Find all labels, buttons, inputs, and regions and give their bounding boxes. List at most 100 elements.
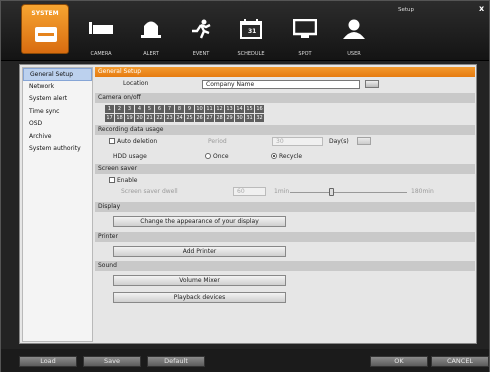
change-appearance-button[interactable]: Change the appearance of your display	[113, 216, 286, 227]
camera-toggle-16[interactable]: 16	[255, 105, 264, 113]
enable-checkbox[interactable]	[109, 177, 115, 183]
location-input[interactable]: Company Name	[202, 80, 360, 89]
window-title: Setup	[398, 7, 415, 13]
recycle-radio[interactable]	[271, 153, 277, 159]
toolbar-alert[interactable]: ALERT	[131, 19, 171, 57]
camera-toggle-6[interactable]: 6	[155, 105, 164, 113]
camera-toggle-21[interactable]: 21	[145, 114, 154, 122]
camera-toggle-30[interactable]: 30	[235, 114, 244, 122]
toolbar-camera-label: CAMERA	[90, 51, 112, 57]
camera-toggle-8[interactable]: 8	[175, 105, 184, 113]
slider-min-label: 1min	[274, 188, 290, 195]
sidebar-item-system-alert[interactable]: System alert	[23, 93, 92, 106]
screen-saver-header: Screen saver	[95, 164, 475, 174]
camera-header: Camera on/off	[95, 93, 475, 103]
general-setup-header: General Setup	[95, 67, 475, 77]
camera-toggle-10[interactable]: 10	[195, 105, 204, 113]
camera-toggle-17[interactable]: 17	[105, 114, 114, 122]
auto-deletion-checkbox[interactable]	[109, 138, 115, 144]
sidebar-item-network[interactable]: Network	[23, 81, 92, 94]
location-row: Location Company Name	[95, 77, 475, 91]
close-button[interactable]: x	[479, 4, 484, 13]
sidebar-menu: General Setup Network System alert Time …	[22, 67, 93, 342]
period-input[interactable]: 30	[272, 137, 323, 146]
calendar-day: 31	[248, 28, 257, 35]
once-radio[interactable]	[205, 153, 211, 159]
default-button[interactable]: Default	[147, 356, 205, 367]
sidebar-item-system-authority[interactable]: System authority	[23, 143, 92, 156]
system-tab[interactable]: SYSTEM	[21, 4, 69, 54]
cancel-button[interactable]: CANCEL	[431, 356, 489, 367]
camera-toggle-25[interactable]: 25	[185, 114, 194, 122]
enable-row: Enable	[95, 174, 475, 185]
camera-toggle-24[interactable]: 24	[175, 114, 184, 122]
camera-toggle-31[interactable]: 31	[245, 114, 254, 122]
ok-button[interactable]: OK	[370, 356, 428, 367]
camera-toggle-1[interactable]: 1	[105, 105, 114, 113]
period-label: Period	[208, 138, 227, 145]
toolbar-spot[interactable]: SPOT	[285, 19, 325, 57]
camera-toggle-12[interactable]: 12	[215, 105, 224, 113]
camera-toggle-18[interactable]: 18	[115, 114, 124, 122]
bottom-bar: Load Save Default OK CANCEL	[1, 349, 489, 372]
camera-toggle-29[interactable]: 29	[225, 114, 234, 122]
camera-toggle-23[interactable]: 23	[165, 114, 174, 122]
dwell-row: Screen saver dwell 60 1min 180min	[95, 185, 475, 199]
camera-toggle-4[interactable]: 4	[135, 105, 144, 113]
system-tab-label: SYSTEM	[31, 10, 59, 17]
camera-toggle-22[interactable]: 22	[155, 114, 164, 122]
top-toolbar: SYSTEM CAMERA ALERT EVENT 31 SCHEDULE SP…	[1, 1, 489, 61]
sidebar-item-general-setup[interactable]: General Setup	[23, 68, 92, 81]
dwell-input[interactable]: 60	[233, 187, 266, 196]
dwell-label: Screen saver dwell	[121, 188, 178, 195]
sidebar-item-osd[interactable]: OSD	[23, 118, 92, 131]
camera-toggle-32[interactable]: 32	[255, 114, 264, 122]
camera-toggle-11[interactable]: 11	[205, 105, 214, 113]
running-person-icon	[192, 19, 211, 39]
settings-content: General Setup Location Company Name Came…	[95, 67, 475, 342]
add-printer-button[interactable]: Add Printer	[113, 246, 286, 257]
hdd-usage-row: HDD usage Once Recycle	[95, 149, 475, 164]
setup-window: SYSTEM CAMERA ALERT EVENT 31 SCHEDULE SP…	[0, 0, 490, 372]
camera-toggle-7[interactable]: 7	[165, 105, 174, 113]
camera-toggle-19[interactable]: 19	[125, 114, 134, 122]
keyboard-icon[interactable]	[357, 137, 371, 145]
camera-toggle-2[interactable]: 2	[115, 105, 124, 113]
toolbar-event[interactable]: EVENT	[181, 19, 221, 57]
settings-panel: General Setup Network System alert Time …	[19, 64, 477, 344]
days-label: Day(s)	[329, 138, 349, 145]
printer-row: Add Printer	[95, 242, 475, 260]
save-button[interactable]: Save	[83, 356, 141, 367]
keyboard-icon[interactable]	[365, 80, 379, 88]
camera-toggle-5[interactable]: 5	[145, 105, 154, 113]
system-icon	[35, 27, 57, 42]
dwell-slider-track[interactable]	[290, 192, 407, 193]
camera-toggle-26[interactable]: 26	[195, 114, 204, 122]
monitor-icon	[293, 19, 317, 38]
camera-toggle-27[interactable]: 27	[205, 114, 214, 122]
toolbar-user-label: USER	[347, 51, 361, 57]
volume-mixer-button[interactable]: Volume Mixer	[113, 275, 286, 286]
load-button[interactable]: Load	[19, 356, 77, 367]
camera-toggle-13[interactable]: 13	[225, 105, 234, 113]
bell-icon	[141, 21, 161, 38]
sound-row: Volume Mixer Playback devices	[95, 271, 475, 307]
camera-icon	[89, 22, 113, 34]
camera-toggle-20[interactable]: 20	[135, 114, 144, 122]
camera-toggle-15[interactable]: 15	[245, 105, 254, 113]
sidebar-item-time-sync[interactable]: Time sync	[23, 106, 92, 119]
toolbar-user[interactable]: USER	[334, 19, 374, 57]
toolbar-event-label: EVENT	[192, 51, 210, 57]
camera-toggle-9[interactable]: 9	[185, 105, 194, 113]
camera-toggle-28[interactable]: 28	[215, 114, 224, 122]
playback-devices-button[interactable]: Playback devices	[113, 292, 286, 303]
display-header: Display	[95, 202, 475, 212]
dwell-slider-handle[interactable]	[329, 188, 334, 196]
toolbar-schedule-label: SCHEDULE	[237, 51, 265, 57]
toolbar-spot-label: SPOT	[298, 51, 312, 57]
toolbar-camera[interactable]: CAMERA	[81, 19, 121, 57]
camera-toggle-3[interactable]: 3	[125, 105, 134, 113]
toolbar-schedule[interactable]: 31 SCHEDULE	[231, 19, 271, 57]
camera-toggle-14[interactable]: 14	[235, 105, 244, 113]
sidebar-item-archive[interactable]: Archive	[23, 131, 92, 144]
